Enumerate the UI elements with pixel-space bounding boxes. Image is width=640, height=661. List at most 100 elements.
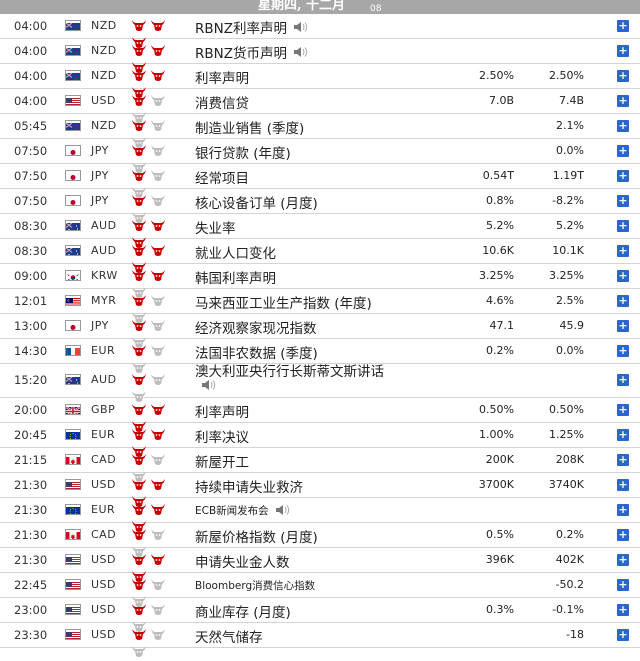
event-label: Bloomberg消费信心指数 xyxy=(195,580,316,592)
table-row: 15:20 AUD 澳大利亚央行行长斯蒂文斯讲话 + xyxy=(0,364,640,402)
flag-ca-icon xyxy=(65,454,81,465)
importance-rating xyxy=(131,168,187,198)
actual-value: 47.1 xyxy=(489,319,515,332)
bull-icon xyxy=(150,193,166,210)
expand-plus-button[interactable]: + xyxy=(617,95,629,107)
currency-code: NZD xyxy=(91,69,117,82)
bull-icon xyxy=(131,18,147,35)
flag-us-icon xyxy=(65,554,81,565)
bull-icon xyxy=(131,268,147,285)
expand-plus-button[interactable]: + xyxy=(617,320,629,332)
expand-plus-button[interactable]: + xyxy=(617,604,629,616)
event-time: 20:45 xyxy=(14,428,48,442)
previous-value: 2.5% xyxy=(556,294,584,307)
currency-code: NZD xyxy=(91,19,117,32)
expand-plus-button[interactable]: + xyxy=(617,554,629,566)
previous-value: -8.2% xyxy=(552,194,584,207)
expand-plus-button[interactable]: + xyxy=(617,504,629,516)
currency-code: USD xyxy=(91,478,117,491)
expand-plus-button[interactable]: + xyxy=(617,295,629,307)
bull-icon xyxy=(131,193,147,210)
event-label: 商业库存 (月度) xyxy=(195,605,291,621)
table-row: 23:30 USD 天然气储存 -18 + xyxy=(0,623,640,657)
expand-plus-button[interactable]: + xyxy=(617,145,629,157)
previous-value: -50.2 xyxy=(555,578,584,591)
event-label: 马来西亚工业生产指数 (年度) xyxy=(195,296,372,312)
event-name: 商业库存 (月度) xyxy=(195,601,291,621)
expand-plus-button[interactable]: + xyxy=(617,245,629,257)
actual-value: 0.2% xyxy=(486,344,514,357)
bull-icon xyxy=(150,68,166,85)
flag-nz-icon xyxy=(65,120,81,131)
event-label: RBNZ利率声明 xyxy=(195,21,287,37)
bull-icon xyxy=(131,427,147,444)
flag-us-icon xyxy=(65,579,81,590)
event-time: 21:30 xyxy=(14,478,48,492)
currency-code: NZD xyxy=(91,44,117,57)
speaker-icon xyxy=(275,504,293,519)
event-label: 新屋开工 xyxy=(195,455,249,471)
bull-icon xyxy=(150,452,166,469)
table-row: 04:00 USD 消费信贷 7.0B 7.4B + xyxy=(0,89,640,123)
table-row: 21:15 CAD 新屋开工 200K 208K + xyxy=(0,448,640,482)
expand-plus-button[interactable]: + xyxy=(617,479,629,491)
expand-plus-button[interactable]: + xyxy=(617,374,629,386)
expand-plus-button[interactable]: + xyxy=(617,20,629,32)
event-label: 经济观察家现况指数 xyxy=(195,321,317,337)
event-label: 新屋价格指数 (月度) xyxy=(195,530,318,546)
expand-plus-button[interactable]: + xyxy=(617,170,629,182)
importance-rating xyxy=(131,293,187,323)
currency-code: EUR xyxy=(91,503,116,516)
bull-icon xyxy=(150,143,166,160)
actual-value: 3700K xyxy=(478,478,514,491)
previous-value: 7.4B xyxy=(558,94,584,107)
bull-icon xyxy=(150,343,166,360)
bull-icon xyxy=(131,372,147,389)
table-row: 04:00 NZD RBNZ利率声明 + xyxy=(0,14,640,48)
bull-icon xyxy=(150,427,166,444)
previous-value: 0.50% xyxy=(549,403,584,416)
bull-icon xyxy=(131,477,147,494)
event-name: 利率决议 xyxy=(195,426,249,446)
expand-plus-button[interactable]: + xyxy=(617,529,629,541)
expand-plus-button[interactable]: + xyxy=(617,45,629,57)
bull-icon xyxy=(150,293,166,310)
currency-code: JPY xyxy=(91,319,109,332)
bull-icon xyxy=(131,168,147,185)
expand-plus-button[interactable]: + xyxy=(617,629,629,641)
expand-plus-button[interactable]: + xyxy=(617,404,629,416)
expand-plus-button[interactable]: + xyxy=(617,120,629,132)
bull-icon xyxy=(150,18,166,35)
expand-plus-button[interactable]: + xyxy=(617,270,629,282)
actual-value: 0.8% xyxy=(486,194,514,207)
flag-jp-icon xyxy=(65,170,81,181)
currency-code: MYR xyxy=(91,294,117,307)
event-label: 持续申请失业救济 xyxy=(195,480,303,496)
bull-icon xyxy=(150,372,166,389)
expand-plus-button[interactable]: + xyxy=(617,345,629,357)
flag-jp-icon xyxy=(65,145,81,156)
event-label: 澳大利亚央行行长斯蒂文斯讲话 xyxy=(195,364,384,380)
event-name: 利率声明 xyxy=(195,401,249,421)
event-name: 澳大利亚央行行长斯蒂文斯讲话 xyxy=(195,364,405,394)
currency-code: AUD xyxy=(91,244,117,257)
actual-value: 200K xyxy=(485,453,514,466)
expand-plus-button[interactable]: + xyxy=(617,70,629,82)
flag-gb-icon xyxy=(65,404,81,415)
bull-icon xyxy=(131,502,147,519)
table-row: 21:30 CAD 新屋价格指数 (月度) 0.5% 0.2% + xyxy=(0,523,640,557)
expand-plus-button[interactable]: + xyxy=(617,429,629,441)
event-name: Bloomberg消费信心指数 xyxy=(195,578,315,593)
event-time: 08:30 xyxy=(14,219,48,233)
expand-plus-button[interactable]: + xyxy=(617,454,629,466)
event-name: 经常项目 xyxy=(195,167,249,187)
previous-value: 10.1K xyxy=(552,244,584,257)
bull-icon xyxy=(150,268,166,285)
expand-plus-button[interactable]: + xyxy=(617,195,629,207)
currency-code: CAD xyxy=(91,528,117,541)
expand-plus-button[interactable]: + xyxy=(617,220,629,232)
event-label: 法国非农数据 (季度) xyxy=(195,346,318,362)
expand-plus-button[interactable]: + xyxy=(617,579,629,591)
event-time: 07:50 xyxy=(14,194,48,208)
currency-code: USD xyxy=(91,94,117,107)
